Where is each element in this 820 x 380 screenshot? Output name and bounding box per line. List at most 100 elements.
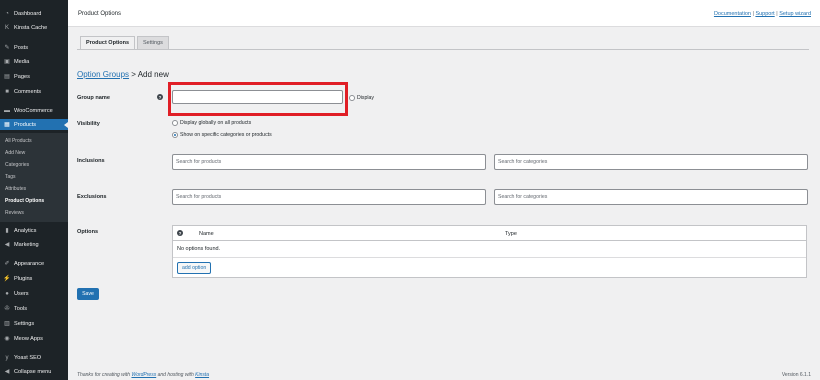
inclusions-categories-input[interactable]: Search for categories bbox=[494, 154, 808, 170]
menu-label: Collapse menu bbox=[14, 368, 52, 375]
megaphone-icon: ◀ bbox=[4, 242, 10, 248]
options-label: Options bbox=[77, 229, 99, 235]
menu-label: Media bbox=[14, 58, 30, 65]
menu-label: Yoast SEO bbox=[14, 354, 42, 361]
submenu-product-options[interactable]: Product Options bbox=[5, 198, 44, 204]
comment-icon: ■ bbox=[5, 88, 9, 95]
menu-settings[interactable]: ▥ Settings bbox=[0, 318, 68, 329]
submenu-tags[interactable]: Tags bbox=[5, 174, 16, 180]
breadcrumb: Option Groups > Add new bbox=[77, 70, 169, 79]
menu-label: Kinsta Cache bbox=[14, 24, 48, 31]
menu-label: Settings bbox=[14, 320, 35, 327]
submenu-add-new[interactable]: Add New bbox=[5, 150, 25, 156]
submenu-reviews[interactable]: Reviews bbox=[5, 210, 24, 216]
display-label: Display bbox=[357, 95, 375, 101]
admin-sidebar: ◔ Dashboard K Kinsta Cache ✎ Posts ▣ Media ▤… bbox=[0, 0, 68, 380]
visibility-specific-label: Show on specific categories or products bbox=[180, 132, 272, 138]
page-icon: ▤ bbox=[4, 74, 10, 80]
page-header: Product Options Documentation | Support … bbox=[68, 0, 820, 27]
collapse-menu-button[interactable]: ◀ Collapse menu bbox=[0, 366, 68, 377]
menu-label: Posts bbox=[14, 44, 28, 51]
menu-tools[interactable]: ✇ Tools bbox=[0, 303, 68, 314]
menu-label: Analytics bbox=[14, 227, 37, 234]
menu-dashboard[interactable]: ◔ Dashboard bbox=[0, 8, 68, 19]
support-link[interactable]: Support bbox=[755, 11, 774, 17]
menu-label: Marketing bbox=[14, 241, 39, 248]
kinsta-link[interactable]: Kinsta bbox=[195, 372, 209, 378]
visibility-global-radio[interactable] bbox=[172, 120, 178, 126]
menu-kinsta-cache[interactable]: K Kinsta Cache bbox=[0, 22, 68, 33]
tab-divider bbox=[77, 49, 809, 50]
help-icon[interactable]: ? bbox=[157, 94, 163, 100]
menu-users[interactable]: ● Users bbox=[0, 288, 68, 299]
analytics-icon: ▮ bbox=[5, 228, 9, 234]
empty-state-text: No options found. bbox=[177, 246, 221, 252]
menu-plugins[interactable]: ⚡ Plugins bbox=[0, 273, 68, 284]
column-name: Name bbox=[199, 231, 214, 237]
submenu-attributes[interactable]: Attributes bbox=[5, 186, 26, 192]
menu-label: WooCommerce bbox=[14, 107, 53, 114]
menu-posts[interactable]: ✎ Posts bbox=[0, 42, 68, 53]
save-button[interactable]: Save bbox=[77, 288, 99, 300]
footer-text: and hosting with bbox=[156, 372, 196, 378]
inclusions-label: Inclusions bbox=[77, 158, 105, 164]
page-title: Product Options bbox=[78, 11, 122, 17]
meow-icon: ◉ bbox=[4, 336, 10, 342]
tab-settings[interactable]: Settings bbox=[137, 36, 169, 50]
setup-wizard-link[interactable]: Setup wizard bbox=[779, 11, 811, 17]
options-table-header: ? Name Type bbox=[173, 226, 806, 241]
user-icon: ● bbox=[5, 290, 9, 297]
menu-label: Plugins bbox=[14, 275, 33, 282]
dashboard-icon: ◔ bbox=[5, 10, 9, 17]
menu-label: Comments bbox=[14, 88, 42, 95]
menu-label: Tools bbox=[14, 305, 28, 312]
brush-icon: ✐ bbox=[4, 261, 10, 267]
settings-icon: ▥ bbox=[4, 321, 10, 327]
products-submenu: All Products Add New Categories Tags Att… bbox=[0, 133, 68, 222]
breadcrumb-separator: > bbox=[129, 70, 138, 79]
yoast-icon: y bbox=[5, 354, 9, 361]
group-name-label: Group name bbox=[77, 95, 110, 101]
menu-label: Users bbox=[14, 290, 29, 297]
column-type: Type bbox=[505, 231, 517, 237]
visibility-label: Visibility bbox=[77, 121, 100, 127]
menu-appearance[interactable]: ✐ Appearance bbox=[0, 258, 68, 269]
menu-comments[interactable]: ■ Comments bbox=[0, 86, 68, 97]
menu-media[interactable]: ▣ Media bbox=[0, 56, 68, 67]
menu-label: Pages bbox=[14, 73, 30, 80]
menu-label: Appearance bbox=[14, 260, 45, 267]
inclusions-products-input[interactable]: Search for products bbox=[172, 154, 486, 170]
exclusions-categories-input[interactable]: Search for categories bbox=[494, 189, 808, 205]
exclusions-label: Exclusions bbox=[77, 194, 107, 200]
menu-pages[interactable]: ▤ Pages bbox=[0, 71, 68, 82]
option-groups-link[interactable]: Option Groups bbox=[77, 70, 129, 79]
media-icon: ▣ bbox=[4, 59, 10, 65]
visibility-specific-radio[interactable] bbox=[172, 132, 178, 138]
submenu-categories[interactable]: Categories bbox=[5, 162, 29, 168]
options-table: ? Name Type No options found. add option bbox=[172, 225, 807, 278]
display-checkbox[interactable] bbox=[349, 95, 355, 101]
menu-products[interactable]: ▦ Products bbox=[0, 119, 68, 130]
help-icon[interactable]: ? bbox=[177, 230, 183, 236]
wrench-icon: ✇ bbox=[4, 306, 10, 312]
menu-woocommerce[interactable]: ▬ WooCommerce bbox=[0, 105, 68, 116]
tab-product-options[interactable]: Product Options bbox=[80, 36, 136, 50]
menu-marketing[interactable]: ◀ Marketing bbox=[0, 239, 68, 250]
footer-credit: Thanks for creating with WordPress and h… bbox=[77, 372, 209, 378]
menu-label: Dashboard bbox=[14, 10, 42, 17]
woocommerce-icon: ▬ bbox=[4, 107, 10, 114]
collapse-icon: ◀ bbox=[4, 369, 10, 375]
menu-yoast-seo[interactable]: y Yoast SEO bbox=[0, 352, 68, 363]
menu-label: Products bbox=[14, 121, 37, 128]
wordpress-link[interactable]: WordPress bbox=[131, 372, 156, 378]
visibility-global-label: Display globally on all products bbox=[180, 120, 252, 126]
menu-meow-apps[interactable]: ◉ Meow Apps bbox=[0, 333, 68, 344]
menu-analytics[interactable]: ▮ Analytics bbox=[0, 225, 68, 236]
add-option-button[interactable]: add option bbox=[177, 262, 212, 274]
group-name-input[interactable] bbox=[172, 90, 343, 104]
submenu-all-products[interactable]: All Products bbox=[5, 138, 32, 144]
exclusions-products-input[interactable]: Search for products bbox=[172, 189, 486, 205]
documentation-link[interactable]: Documentation bbox=[714, 11, 751, 17]
plugin-icon: ⚡ bbox=[3, 276, 11, 282]
pin-icon: ✎ bbox=[4, 45, 10, 51]
